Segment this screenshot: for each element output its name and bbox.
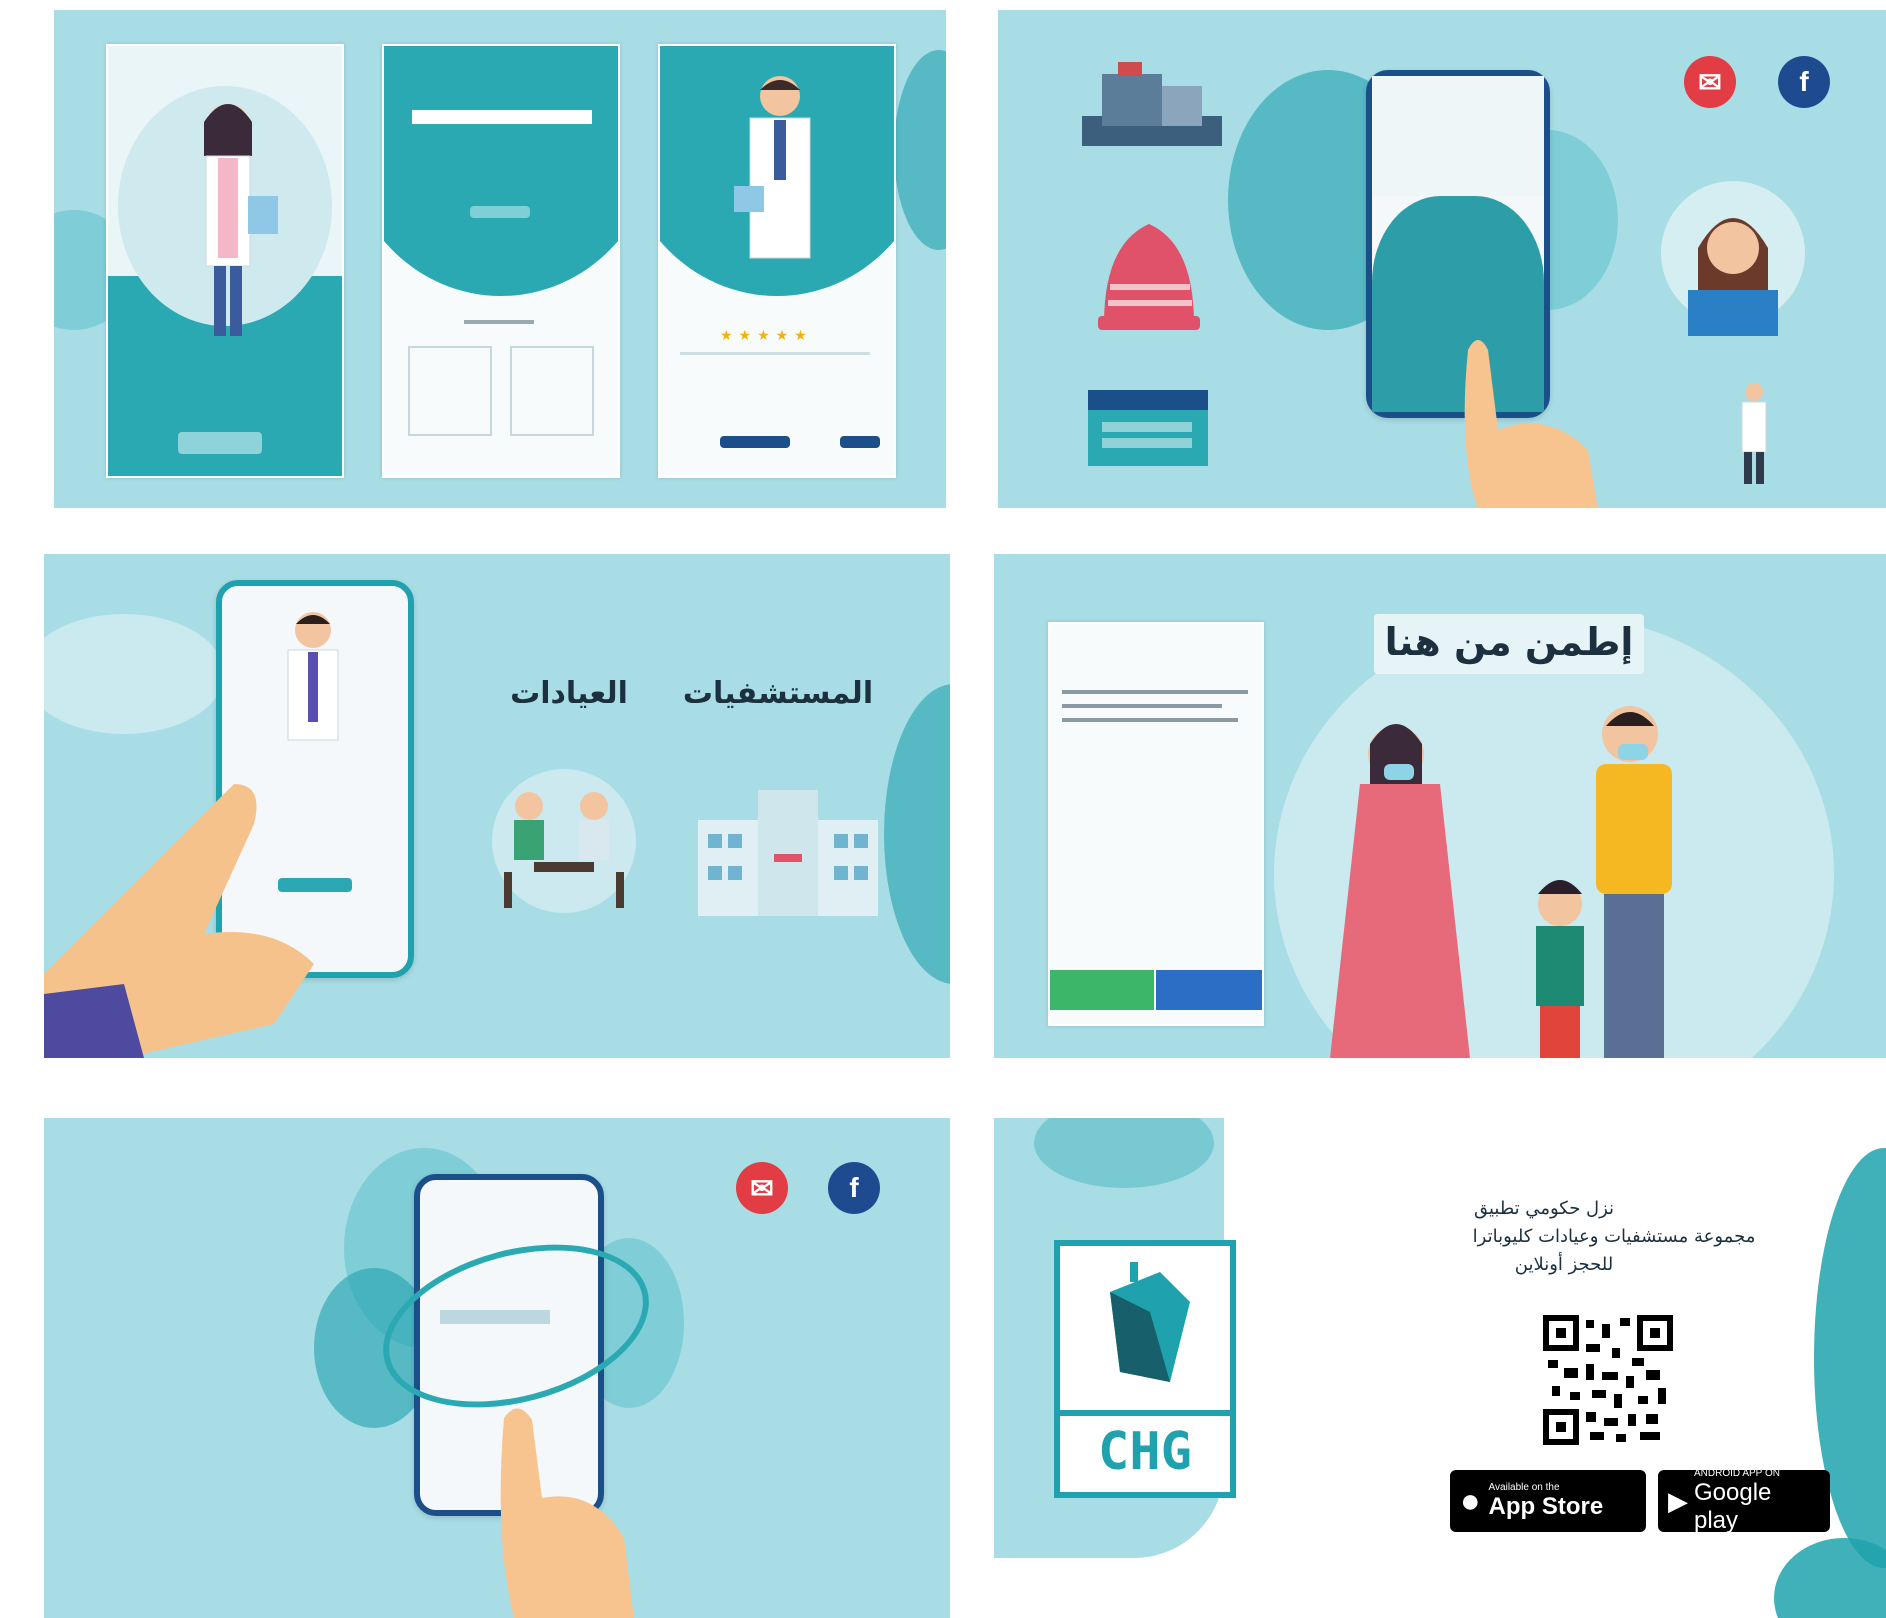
divider	[680, 352, 870, 355]
play-icon: ▶	[1668, 1485, 1688, 1516]
decor-blob	[1774, 1538, 1886, 1618]
clinic-consultation-icon[interactable]	[474, 766, 654, 916]
google-play-small-text: ANDROID APP ON	[1694, 1467, 1780, 1479]
panel-hospitals-clinics: العيادات المستشفيات	[44, 554, 950, 1058]
male-doctor-icon	[734, 76, 811, 259]
google-play-badge[interactable]: ▶ ANDROID APP ON Google play	[1658, 1467, 1830, 1534]
decor-blob	[44, 614, 224, 734]
panel-family-reassure: إطمن من هنا	[994, 554, 1886, 1058]
form-text-line	[1062, 704, 1222, 708]
panel-download-app: CHG نزل حكومي تطبيق مجموعة مستشفيات وعيا…	[994, 1118, 1886, 1618]
call-button[interactable]	[840, 436, 880, 448]
chg-logo-mark-icon	[1110, 1262, 1190, 1382]
login-field[interactable]	[412, 110, 592, 124]
male-doctor-icon	[287, 612, 339, 741]
start-button[interactable]	[178, 432, 262, 454]
female-doctor-icon	[204, 104, 278, 336]
qr-code-icon[interactable]	[1542, 1314, 1674, 1446]
mail-icon[interactable]: ✉	[1684, 56, 1736, 108]
facebook-icon[interactable]: f	[828, 1162, 880, 1214]
bell-icon	[1098, 224, 1200, 330]
panel-app-screens: ★★★★★	[54, 10, 946, 508]
clinics-label: العيادات	[510, 676, 628, 711]
hospitals-label: المستشفيات	[682, 676, 874, 711]
mail-icon[interactable]: ✉	[736, 1162, 788, 1214]
masked-family-icon	[1330, 706, 1672, 1058]
panel-phone-services: ✉ f	[998, 10, 1886, 508]
chg-logo-text: CHG	[1098, 1422, 1192, 1482]
form-text-line	[1062, 690, 1248, 694]
decor-blob	[884, 684, 950, 984]
calendar-icon	[1088, 390, 1208, 466]
rating-stars-icon[interactable]: ★★★★★	[720, 328, 840, 344]
decor-blob	[894, 50, 946, 250]
download-line-2: مجموعة مستشفيات وعيادات كليوباترا	[1472, 1226, 1756, 1247]
customer-support-icon	[1661, 181, 1805, 336]
login-button[interactable]	[470, 206, 530, 218]
option-card-hospital[interactable]	[408, 346, 492, 436]
confirm-button[interactable]	[1050, 970, 1154, 1010]
doctor-figure-icon	[1741, 383, 1767, 484]
divider	[464, 320, 534, 324]
facebook-icon[interactable]: f	[1778, 56, 1830, 108]
app-screen-form	[1048, 622, 1264, 1026]
app-screen-doctor-profile: ★★★★★	[658, 44, 896, 478]
headline-text: إطمن من هنا	[1384, 620, 1634, 664]
app-store-badge[interactable]: ● Available on the App Store	[1450, 1470, 1646, 1532]
apple-icon: ●	[1460, 1481, 1481, 1520]
panel-phone-splash: ✉ f	[44, 1118, 950, 1618]
google-play-big-text: Google play	[1694, 1478, 1772, 1534]
download-line-3: للحجز أونلاين	[1514, 1254, 1614, 1275]
hospital-building-icon[interactable]	[698, 790, 878, 920]
app-screen-login	[382, 44, 620, 478]
download-line-1: نزل حكومي تطبيق	[1473, 1198, 1615, 1219]
form-text-line	[1062, 718, 1238, 722]
app-logo-bar	[440, 1310, 550, 1324]
pointing-hand-icon	[44, 784, 314, 1058]
app-store-big-text: App Store	[1488, 1492, 1604, 1520]
app-screen-splash	[106, 44, 344, 478]
logo-divider	[1060, 1410, 1230, 1416]
pointing-hand-icon	[500, 1408, 634, 1618]
app-store-small-text: Available on the	[1488, 1481, 1560, 1493]
phone-screen-top	[1372, 76, 1544, 196]
screen-header-circle	[384, 46, 618, 296]
book-button[interactable]	[720, 436, 790, 448]
option-card-clinic[interactable]	[510, 346, 594, 436]
hospital-building-icon	[1082, 62, 1222, 146]
chg-logo: CHG	[1054, 1240, 1236, 1498]
submit-button[interactable]	[1156, 970, 1262, 1010]
pointing-hand-icon	[1464, 340, 1598, 508]
